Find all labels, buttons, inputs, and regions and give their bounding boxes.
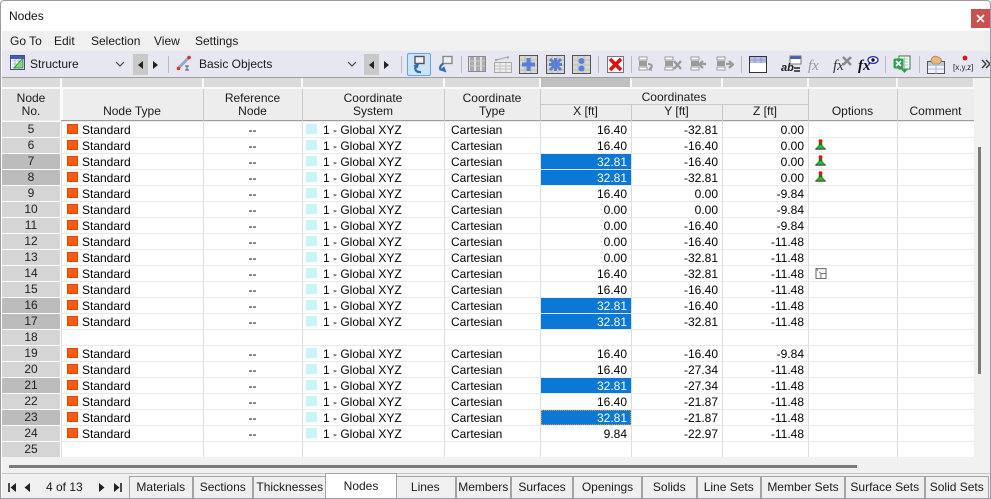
svg-text:[x,y,z]: [x,y,z]: [953, 63, 973, 72]
svg-text:ab: ab: [781, 62, 794, 74]
svg-text:fx: fx: [833, 58, 844, 73]
svg-text:fx: fx: [808, 58, 819, 73]
